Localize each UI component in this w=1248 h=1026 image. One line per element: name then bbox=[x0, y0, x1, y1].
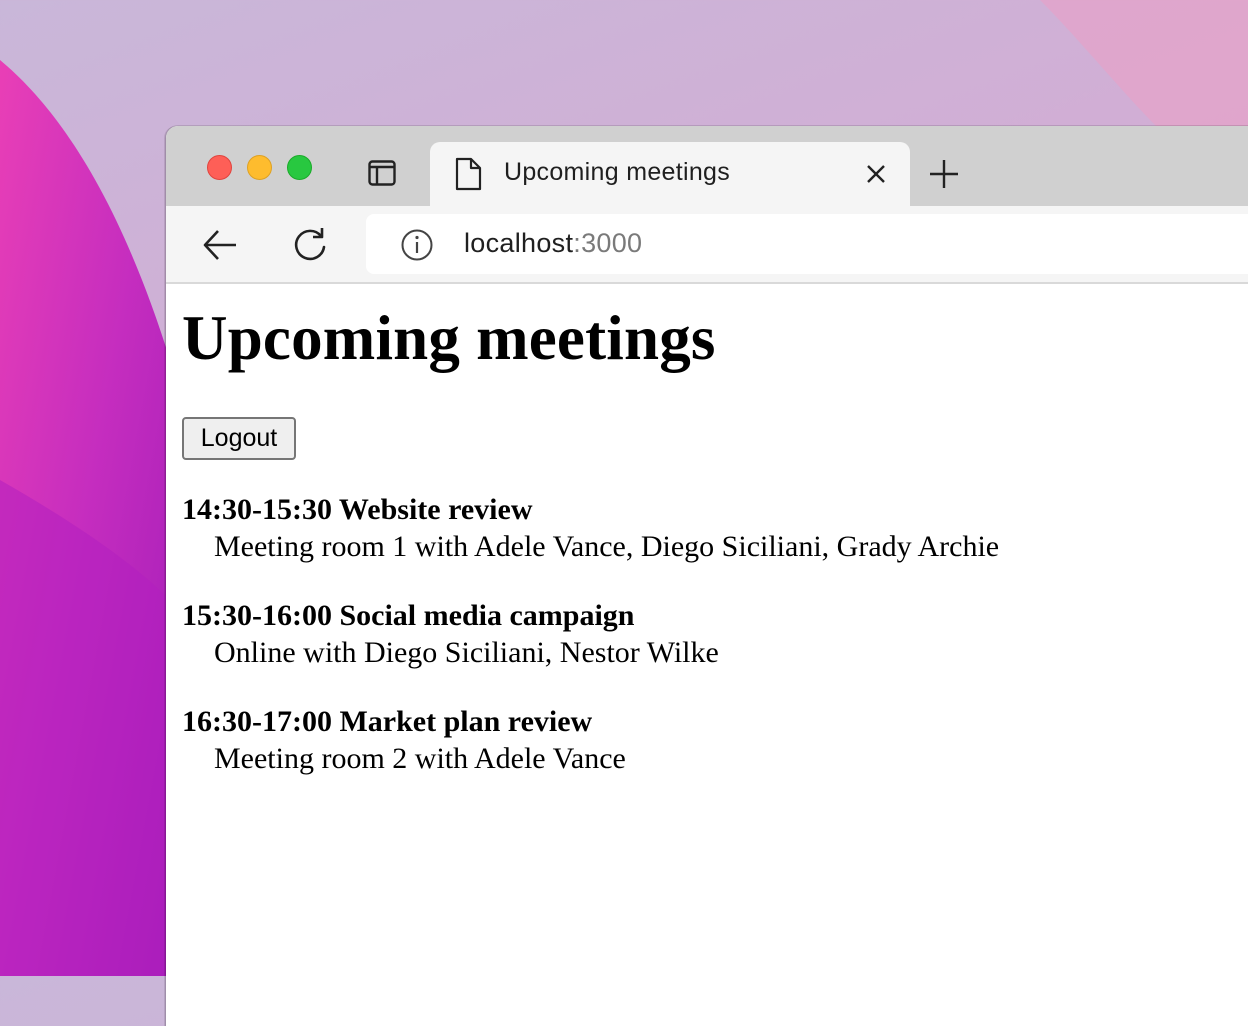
meeting-detail: Online with Diego Siciliani, Nestor Wilk… bbox=[214, 636, 719, 669]
navigation-toolbar: localhost:3000 bbox=[166, 206, 1248, 284]
meeting-item: 15:30-16:00 Social media campaign Online… bbox=[182, 597, 719, 671]
document-icon bbox=[454, 157, 482, 191]
address-bar[interactable]: localhost:3000 bbox=[366, 214, 1248, 274]
tab-upcoming-meetings[interactable]: Upcoming meetings bbox=[430, 142, 910, 206]
meeting-detail: Meeting room 1 with Adele Vance, Diego S… bbox=[214, 530, 1000, 563]
browser-window: Upcoming meetings localhost:3000 Upcomin… bbox=[166, 126, 1248, 1026]
url-host: localhost bbox=[464, 228, 574, 258]
page-content: Upcoming meetings Logout 14:30-15:30 Web… bbox=[182, 286, 1248, 1026]
new-tab-icon[interactable] bbox=[928, 158, 960, 190]
info-icon[interactable] bbox=[400, 228, 434, 262]
url-text: localhost:3000 bbox=[464, 228, 642, 259]
meeting-title: 14:30-15:30 Website review bbox=[182, 493, 533, 526]
meeting-item: 14:30-15:30 Website review Meeting room … bbox=[182, 491, 999, 565]
sidebar-toggle-icon[interactable] bbox=[368, 159, 396, 187]
tab-strip: Upcoming meetings bbox=[166, 126, 1248, 206]
window-minimize-button[interactable] bbox=[247, 155, 272, 180]
meeting-detail: Meeting room 2 with Adele Vance bbox=[214, 742, 626, 775]
meeting-item: 16:30-17:00 Market plan review Meeting r… bbox=[182, 703, 626, 777]
close-tab-icon[interactable] bbox=[864, 162, 888, 186]
page-title: Upcoming meetings bbox=[182, 303, 716, 373]
window-maximize-button[interactable] bbox=[287, 155, 312, 180]
url-port: :3000 bbox=[573, 228, 643, 258]
reload-icon[interactable] bbox=[291, 226, 329, 264]
back-arrow-icon[interactable] bbox=[202, 228, 238, 262]
meeting-title: 15:30-16:00 Social media campaign bbox=[182, 599, 635, 632]
tab-title: Upcoming meetings bbox=[504, 158, 731, 186]
window-close-button[interactable] bbox=[207, 155, 232, 180]
meeting-title: 16:30-17:00 Market plan review bbox=[182, 705, 593, 738]
logout-button[interactable]: Logout bbox=[182, 417, 296, 460]
